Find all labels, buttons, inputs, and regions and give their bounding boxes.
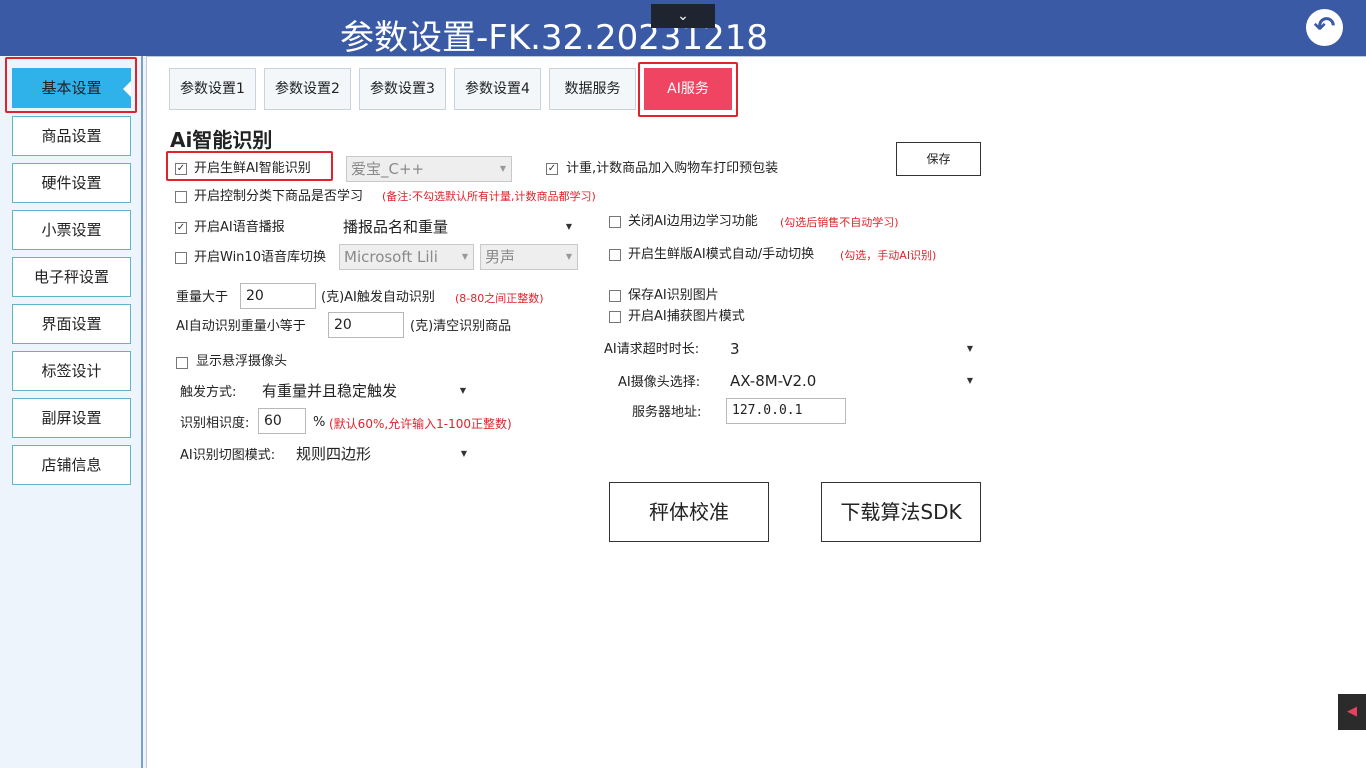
- mode-switch-label: 开启生鲜版AI模式自动/手动切换: [628, 247, 815, 262]
- control-learn-checkbox[interactable]: [175, 191, 187, 203]
- capture-mode-checkbox[interactable]: [609, 311, 621, 323]
- close-learn-label: 关闭AI边用边学习功能: [628, 214, 758, 229]
- select-arrow-icon: ▼: [461, 252, 468, 261]
- app-tray-icon[interactable]: ◀: [1338, 694, 1366, 730]
- download-sdk-button[interactable]: 下载算法SDK: [821, 482, 981, 542]
- capture-mode-label: 开启AI捕获图片模式: [628, 309, 745, 324]
- calibrate-button[interactable]: 秤体校准: [609, 482, 769, 542]
- weight-gt-label: 重量大于: [176, 290, 229, 305]
- save-image-label: 保存AI识别图片: [628, 288, 719, 303]
- weight-le-input[interactable]: 20: [328, 312, 404, 338]
- camera-select[interactable]: AX-8M-V2.0 ▼: [726, 369, 978, 395]
- save-button[interactable]: 保存: [896, 142, 981, 176]
- similarity-input[interactable]: 60: [258, 408, 306, 434]
- similarity-label: 识别相识度:: [180, 416, 250, 431]
- server-address-input[interactable]: 127.0.0.1: [726, 398, 846, 424]
- count-checkbox[interactable]: ✓: [546, 163, 558, 175]
- sidebar-item-scale[interactable]: 电子秤设置: [12, 257, 131, 297]
- select-arrow-icon: ▼: [459, 386, 466, 395]
- sidebar-item-receipt[interactable]: 小票设置: [12, 210, 131, 250]
- control-learn-label: 开启控制分类下商品是否学习: [194, 189, 364, 204]
- trigger-label: 触发方式:: [180, 385, 237, 400]
- win10-label: 开启Win10语音库切换: [194, 250, 326, 265]
- sidebar-item-goods[interactable]: 商品设置: [12, 116, 131, 156]
- timeout-select-value: 3: [730, 340, 740, 358]
- sidebar-item-second-screen[interactable]: 副屏设置: [12, 398, 131, 438]
- timeout-select[interactable]: 3 ▼: [726, 337, 978, 363]
- control-learn-note: (备注:不勾选默认所有计量,计数商品都学习): [382, 190, 596, 203]
- sidebar-item-hardware[interactable]: 硬件设置: [12, 163, 131, 203]
- weight-le-suffix: (克)清空识别商品: [410, 319, 512, 334]
- select-arrow-icon: ▼: [565, 252, 572, 261]
- voice-label: 开启AI语音播报: [194, 220, 285, 235]
- voice-checkbox[interactable]: ✓: [175, 222, 187, 234]
- crop-select[interactable]: 规则四边形 ▼: [292, 442, 472, 468]
- close-learn-note: (勾选后销售不自动学习): [780, 216, 899, 229]
- tab-params-2[interactable]: 参数设置2: [264, 68, 351, 110]
- engine-select[interactable]: 爱宝_C++ ▼: [346, 156, 512, 182]
- select-arrow-icon: ▼: [460, 449, 467, 458]
- voice-select[interactable]: 播报品名和重量 ▼: [339, 215, 577, 241]
- sidebar-item-label-design[interactable]: 标签设计: [12, 351, 131, 391]
- voice-gender-select[interactable]: 男声 ▼: [480, 244, 578, 270]
- float-camera-label: 显示悬浮摄像头: [196, 354, 288, 369]
- voice-lib-select-value: Microsoft Lili: [344, 248, 438, 266]
- tab-params-3[interactable]: 参数设置3: [359, 68, 446, 110]
- weight-le-label: AI自动识别重量小等于: [176, 319, 306, 334]
- select-arrow-icon: ▼: [565, 222, 572, 231]
- weight-gt-suffix: (克)AI触发自动识别: [321, 290, 435, 305]
- voice-select-value: 播报品名和重量: [343, 218, 449, 236]
- engine-select-value: 爱宝_C++: [351, 160, 425, 178]
- similarity-unit: %: [313, 415, 326, 430]
- weight-gt-note: (8-80之间正整数): [455, 292, 544, 305]
- float-camera-checkbox[interactable]: [176, 357, 188, 369]
- camera-label: AI摄像头选择:: [618, 375, 701, 390]
- highlight-box-sidebar: [5, 57, 137, 113]
- weight-gt-input[interactable]: 20: [240, 283, 316, 309]
- voice-lib-select[interactable]: Microsoft Lili ▼: [339, 244, 474, 270]
- crop-select-value: 规则四边形: [296, 445, 372, 463]
- close-learn-checkbox[interactable]: [609, 216, 621, 228]
- save-image-checkbox[interactable]: [609, 290, 621, 302]
- sidebar-item-store-info[interactable]: 店铺信息: [12, 445, 131, 485]
- timeout-label: AI请求超时时长:: [604, 342, 700, 357]
- mode-switch-note: (勾选，手动AI识别): [840, 249, 937, 262]
- voice-gender-select-value: 男声: [485, 248, 516, 266]
- trigger-select[interactable]: 有重量并且稳定触发 ▼: [258, 379, 471, 405]
- select-arrow-icon: ▼: [966, 344, 973, 353]
- chevron-down-icon[interactable]: ⌄: [651, 4, 715, 28]
- select-arrow-icon: ▼: [966, 376, 973, 385]
- camera-select-value: AX-8M-V2.0: [730, 372, 817, 390]
- server-label: 服务器地址:: [632, 405, 702, 420]
- similarity-note: (默认60%,允许输入1-100正整数): [329, 417, 512, 431]
- tab-params-1[interactable]: 参数设置1: [169, 68, 256, 110]
- win10-checkbox[interactable]: [175, 252, 187, 264]
- tab-params-4[interactable]: 参数设置4: [454, 68, 541, 110]
- trigger-select-value: 有重量并且稳定触发: [262, 382, 398, 400]
- highlight-box-tab: [638, 62, 738, 117]
- count-label: 计重,计数商品加入购物车打印预包装: [566, 161, 779, 176]
- tab-data-service[interactable]: 数据服务: [549, 68, 636, 110]
- highlight-box-fresh-ai: [166, 151, 333, 181]
- crop-label: AI识别切图模式:: [180, 448, 276, 463]
- section-title: Ai智能识别: [170, 128, 273, 152]
- undo-arrow-icon[interactable]: ↶: [1306, 9, 1343, 46]
- sidebar-item-interface[interactable]: 界面设置: [12, 304, 131, 344]
- mode-switch-checkbox[interactable]: [609, 249, 621, 261]
- select-arrow-icon: ▼: [499, 164, 506, 173]
